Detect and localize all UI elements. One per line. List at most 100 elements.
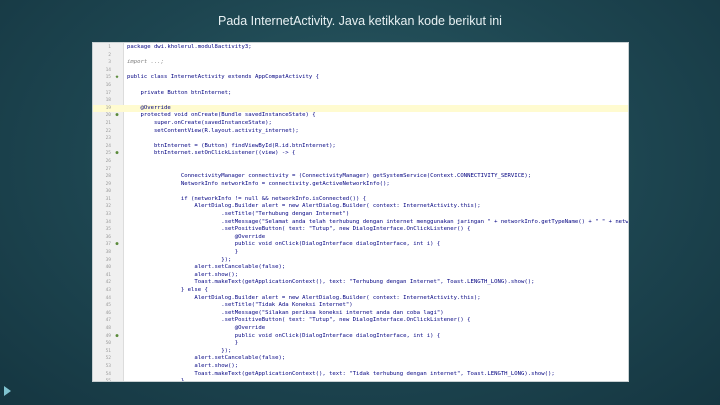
code-line[interactable]: 51 });	[93, 348, 628, 356]
code-line[interactable]: 23	[93, 135, 628, 143]
line-number: 53	[105, 363, 111, 369]
line-number: 51	[105, 348, 111, 354]
code-line[interactable]: 25 ● btnInternet.setOnClickListener((view…	[93, 150, 628, 158]
code-line[interactable]: 44 AlertDialog.Builder alert = new Alert…	[93, 295, 628, 303]
code-line[interactable]: 28 ConnectivityManager connectivity = (C…	[93, 173, 628, 181]
code-line[interactable]: 17 private Button btnInternet;	[93, 90, 628, 98]
code-line[interactable]: 21 super.onCreate(savedInstanceState);	[93, 120, 628, 128]
line-number: 44	[105, 295, 111, 301]
code-line[interactable]: 2	[93, 52, 628, 60]
line-number: 19	[105, 105, 111, 111]
line-number: 3	[108, 60, 111, 66]
code-line[interactable]: 49 ● public void onClick(DialogInterface …	[93, 333, 628, 341]
line-number: 48	[105, 325, 111, 331]
code-text: btnInternet = (Button) findViewById(R.id…	[127, 142, 336, 149]
line-number: 39	[105, 257, 111, 263]
code-line[interactable]: 18	[93, 97, 628, 105]
line-number: 18	[105, 98, 111, 104]
code-text: alert.setCancelable(false);	[127, 355, 286, 362]
code-line[interactable]: 14	[93, 67, 628, 75]
code-text: ConnectivityManager connectivity = (Conn…	[127, 173, 532, 180]
code-line[interactable]: 46 .setMessage("Silakan periksa koneksi …	[93, 310, 628, 318]
code-line[interactable]: 33 .setTitle("Terhubung dengan Internet"…	[93, 211, 628, 219]
code-line[interactable]: 24 btnInternet = (Button) findViewById(R…	[93, 143, 628, 151]
code-text: alert.setCancelable(false);	[127, 264, 286, 271]
code-line[interactable]: 27	[93, 166, 628, 174]
line-number: 47	[105, 318, 111, 324]
code-text: public class InternetActivity extends Ap…	[127, 74, 319, 81]
code-line[interactable]: 40 alert.setCancelable(false);	[93, 264, 628, 272]
code-line[interactable]: 20 ● protected void onCreate(Bundle saved…	[93, 112, 628, 120]
line-number: 27	[105, 166, 111, 172]
code-line[interactable]: 30	[93, 188, 628, 196]
line-number: 42	[105, 280, 111, 286]
code-line[interactable]: 42 Toast.makeText(getApplicationContext(…	[93, 279, 628, 287]
code-line[interactable]: 39 });	[93, 257, 628, 265]
line-number: 22	[105, 128, 111, 134]
code-line[interactable]: 35 .setPositiveButton( text: "Tutup", ne…	[93, 226, 628, 234]
code-line[interactable]: 26	[93, 158, 628, 166]
code-line[interactable]: 43 } else {	[93, 287, 628, 295]
line-number: 52	[105, 356, 111, 362]
code-text: AlertDialog.Builder alert = new AlertDia…	[127, 294, 481, 301]
line-number: 54	[105, 371, 111, 377]
line-number: 33	[105, 212, 111, 218]
code-text: alert.show();	[127, 271, 239, 278]
code-line[interactable]: 16	[93, 82, 628, 90]
line-number: 49	[105, 333, 111, 339]
override-marker-icon[interactable]: ●	[113, 150, 121, 158]
line-number: 38	[105, 250, 111, 256]
code-line[interactable]: 37 ● public void onClick(DialogInterface …	[93, 241, 628, 249]
line-number: 17	[105, 90, 111, 96]
line-number: 20	[105, 113, 111, 119]
code-text: @Override	[127, 324, 266, 331]
override-marker-icon[interactable]: ●	[113, 333, 121, 341]
line-number: 21	[105, 120, 111, 126]
code-line[interactable]: 32 AlertDialog.Builder alert = new Alert…	[93, 203, 628, 211]
line-number: 23	[105, 136, 111, 142]
code-editor[interactable]: 1 package dwi.kholerul.modul8activity3; 2 3…	[92, 42, 629, 382]
class-marker-icon[interactable]: ◆	[113, 74, 121, 82]
line-number: 43	[105, 288, 111, 293]
code-text: }	[127, 249, 239, 256]
code-text: @Override	[127, 104, 171, 111]
code-text: setContentView(R.layout.activity_interne…	[127, 127, 299, 134]
line-number: 26	[105, 158, 111, 164]
code-text: .setMessage("Silakan periksa koneksi int…	[127, 309, 444, 316]
code-line[interactable]: 36 @Override	[93, 234, 628, 242]
code-line[interactable]: 41 alert.show();	[93, 272, 628, 280]
code-line[interactable]: 22 setContentView(R.layout.activity_inte…	[93, 128, 628, 136]
code-text: });	[127, 347, 232, 354]
override-marker-icon[interactable]: ●	[113, 241, 121, 249]
code-line[interactable]: 31 if (networkInfo != null && networkInf…	[93, 196, 628, 204]
line-number: 15	[105, 75, 111, 81]
code-line[interactable]: 47 .setPositiveButton( text: "Tutup", ne…	[93, 317, 628, 325]
line-number: 32	[105, 204, 111, 210]
code-text: }	[127, 340, 239, 347]
code-line[interactable]: 19 @Override	[93, 104, 628, 113]
code-line[interactable]: 55 }	[93, 378, 628, 382]
code-line[interactable]: 29 NetworkInfo networkInfo = connectivit…	[93, 181, 628, 189]
code-line[interactable]: 45 .setTitle("Tidak Ada Koneksi Internet…	[93, 302, 628, 310]
code-line[interactable]: 1 package dwi.kholerul.modul8activity3;	[93, 44, 628, 52]
code-line[interactable]: 3 import ...;	[93, 59, 628, 67]
line-number: 34	[105, 219, 111, 225]
override-marker-icon[interactable]: ●	[113, 112, 121, 120]
code-line[interactable]: 38 }	[93, 249, 628, 257]
code-line[interactable]: 48 @Override	[93, 325, 628, 333]
slide-title: Pada InternetActivity. Java ketikkan kod…	[218, 14, 502, 28]
code-line[interactable]: 50 }	[93, 340, 628, 348]
code-text: btnInternet.setOnClickListener((view) ->…	[127, 150, 296, 157]
line-number: 29	[105, 181, 111, 187]
code-line[interactable]: 15 ◆ public class InternetActivity extends…	[93, 74, 628, 82]
code-line[interactable]: 52 alert.setCancelable(false);	[93, 355, 628, 363]
code-line[interactable]: 54 Toast.makeText(getApplicationContext(…	[93, 371, 628, 379]
code-text: Toast.makeText(getApplicationContext(), …	[127, 370, 555, 377]
line-number: 28	[105, 174, 111, 180]
line-number: 41	[105, 272, 111, 278]
code-line[interactable]: 34 .setMessage("Selamat anda telah terhu…	[93, 219, 628, 227]
line-number: 55	[105, 379, 111, 382]
code-line[interactable]: 53 alert.show();	[93, 363, 628, 371]
code-text: });	[127, 256, 232, 263]
line-number: 25	[105, 151, 111, 157]
